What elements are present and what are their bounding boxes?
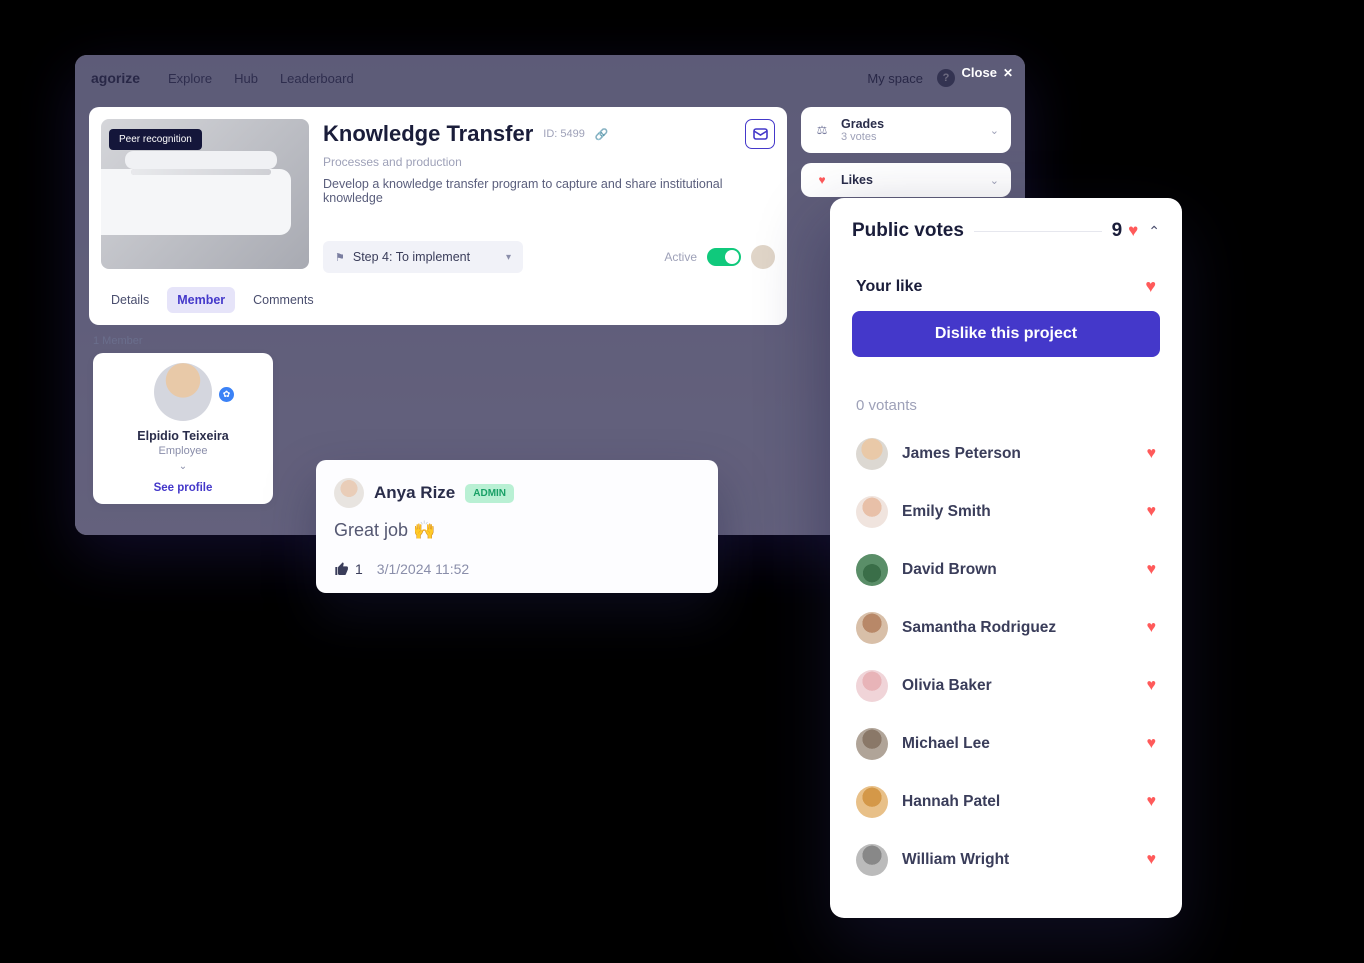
thumbs-up-icon [334, 561, 350, 577]
member-name: Elpidio Teixeira [103, 429, 263, 443]
chevron-up-icon[interactable]: ⌃ [1148, 223, 1160, 240]
gavel-icon: ⚖ [813, 123, 831, 137]
voter-avatar [856, 670, 888, 702]
voter-name: Olivia Baker [902, 677, 992, 695]
owner-avatar[interactable] [751, 245, 775, 269]
chevron-down-icon[interactable]: ⌄ [103, 461, 263, 472]
voter-row[interactable]: William Wright ♥ [852, 834, 1160, 886]
mail-button[interactable] [745, 119, 775, 149]
heart-icon: ♥ [1147, 503, 1157, 521]
chevron-down-icon: ⌄ [990, 174, 999, 187]
heart-icon[interactable]: ♥ [1145, 276, 1156, 297]
dislike-button[interactable]: Dislike this project [852, 311, 1160, 357]
voter-name: William Wright [902, 851, 1009, 869]
likes-panel[interactable]: ♥ Likes ⌄ [801, 163, 1011, 197]
heart-icon: ♥ [1147, 851, 1157, 869]
step-select[interactable]: ⚑ Step 4: To implement ▾ [323, 241, 523, 273]
comment-body: Great job 🙌 [334, 520, 700, 541]
public-votes-card: Public votes 9 ♥ ⌃ Your like ♥ Dislike t… [830, 198, 1182, 918]
voter-row[interactable]: David Brown ♥ [852, 544, 1160, 596]
voter-name: James Peterson [902, 445, 1021, 463]
see-profile-link[interactable]: See profile [103, 482, 263, 494]
link-icon[interactable]: 🔗 [595, 128, 609, 141]
comment-author: Anya Rize [374, 483, 455, 503]
grades-panel[interactable]: ⚖ Grades 3 votes ⌄ [801, 107, 1011, 153]
grades-title: Grades [841, 117, 884, 131]
voter-row[interactable]: Samantha Rodriguez ♥ [852, 602, 1160, 654]
voter-avatar [856, 786, 888, 818]
member-count: 1 Member [93, 335, 143, 347]
heart-icon: ♥ [1147, 619, 1157, 637]
voter-row[interactable]: James Peterson ♥ [852, 428, 1160, 480]
voter-name: Samantha Rodriguez [902, 619, 1056, 637]
likes-title: Likes [841, 173, 873, 187]
heart-icon: ♥ [813, 173, 831, 187]
voter-avatar [856, 612, 888, 644]
heart-icon: ♥ [1147, 793, 1157, 811]
tab-details[interactable]: Details [101, 287, 159, 313]
tab-member[interactable]: Member [167, 287, 235, 313]
like-count: 1 [355, 561, 363, 577]
step-label: Step 4: To implement [353, 250, 470, 264]
votants-label: 0 votants [852, 397, 1160, 414]
divider [974, 231, 1102, 232]
votes-count: 9 [1112, 220, 1123, 242]
tab-comments[interactable]: Comments [243, 287, 323, 313]
voter-avatar [856, 728, 888, 760]
chevron-down-icon: ⌄ [990, 124, 999, 137]
comment-timestamp: 3/1/2024 11:52 [377, 561, 469, 577]
comment-avatar[interactable] [334, 478, 364, 508]
member-avatar[interactable]: ✿ [154, 363, 212, 421]
heart-icon: ♥ [1147, 735, 1157, 753]
comment-card: Anya Rize ADMIN Great job 🙌 1 3/1/2024 1… [316, 460, 718, 593]
heart-icon: ♥ [1128, 221, 1138, 241]
active-label: Active [664, 250, 697, 264]
heart-icon: ♥ [1147, 445, 1157, 463]
project-category: Processes and production [323, 155, 775, 169]
voter-row[interactable]: Hannah Patel ♥ [852, 776, 1160, 828]
project-thumbnail: Peer recognition [101, 119, 309, 269]
project-card: Peer recognition Knowledge Transfer ID: … [89, 107, 787, 325]
voter-name: Michael Lee [902, 735, 990, 753]
peer-recognition-badge: Peer recognition [109, 129, 202, 150]
active-toggle[interactable] [707, 248, 741, 266]
voter-name: David Brown [902, 561, 997, 579]
voter-row[interactable]: Michael Lee ♥ [852, 718, 1160, 770]
admin-badge: ADMIN [465, 484, 514, 503]
your-like-label: Your like [856, 278, 922, 296]
member-role: Employee [103, 445, 263, 457]
project-tabs: Details Member Comments [101, 287, 775, 313]
chevron-down-icon: ▾ [506, 252, 511, 263]
like-button[interactable]: 1 [334, 561, 363, 577]
voter-avatar [856, 554, 888, 586]
voter-list: James Peterson ♥ Emily Smith ♥ David Bro… [852, 428, 1160, 886]
voter-name: Emily Smith [902, 503, 991, 521]
close-label: Close [962, 65, 997, 80]
flag-icon: ⚑ [335, 251, 345, 264]
voter-name: Hannah Patel [902, 793, 1000, 811]
gear-icon[interactable]: ✿ [219, 387, 234, 402]
heart-icon: ♥ [1147, 677, 1157, 695]
voter-row[interactable]: Emily Smith ♥ [852, 486, 1160, 538]
voter-avatar [856, 844, 888, 876]
member-card: ✿ Elpidio Teixeira Employee ⌄ See profil… [93, 353, 273, 504]
votes-title: Public votes [852, 220, 964, 242]
heart-icon: ♥ [1147, 561, 1157, 579]
project-id: ID: 5499 [543, 128, 585, 140]
voter-row[interactable]: Olivia Baker ♥ [852, 660, 1160, 712]
voter-avatar [856, 438, 888, 470]
project-description: Develop a knowledge transfer program to … [323, 177, 775, 205]
mail-icon [753, 128, 768, 140]
grades-sub: 3 votes [841, 131, 884, 143]
voter-avatar [856, 496, 888, 528]
close-icon: ✕ [1003, 66, 1013, 80]
close-button[interactable]: Close ✕ [962, 65, 1013, 80]
project-title: Knowledge Transfer [323, 121, 533, 147]
